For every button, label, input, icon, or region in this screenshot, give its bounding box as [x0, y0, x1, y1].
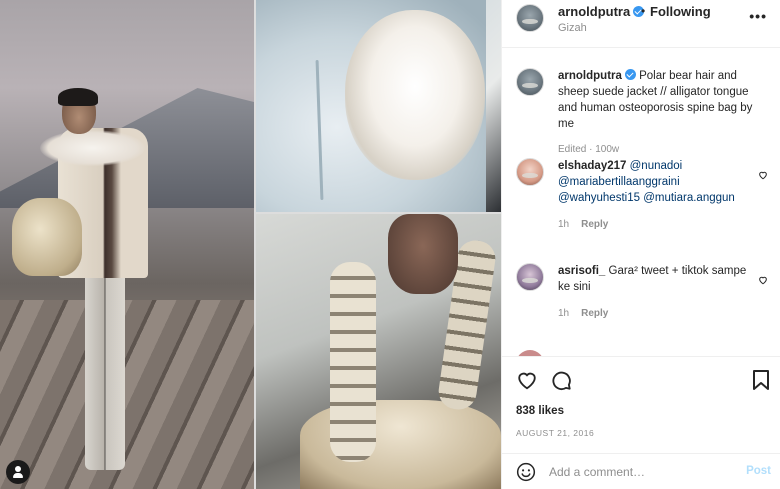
spine-handle-left — [330, 262, 376, 462]
heart-icon[interactable] — [516, 369, 538, 391]
edited-label: Edited — [558, 144, 587, 155]
author-username-text[interactable]: arnoldputra — [558, 4, 630, 19]
caption-age[interactable]: 100w — [595, 144, 619, 155]
more-options-icon[interactable]: ••• — [749, 8, 767, 24]
reply-button[interactable]: Reply — [581, 308, 608, 319]
model-hair — [58, 88, 98, 106]
smiley-icon[interactable] — [516, 462, 536, 482]
author-avatar[interactable] — [516, 4, 544, 32]
likes-count[interactable]: 838 likes — [516, 405, 564, 417]
caption: arnoldputra Polar bear hair and sheep su… — [558, 68, 758, 158]
verified-badge-icon — [624, 69, 636, 80]
author-username[interactable]: arnoldputra — [558, 4, 645, 19]
post-header: arnoldputra • Following Gizah ••• — [502, 0, 780, 48]
comment-composer: Post — [502, 453, 780, 489]
mention-link[interactable]: @nunadoi — [630, 160, 683, 172]
comment-age[interactable]: 1h — [558, 308, 569, 319]
model-fur-collar — [40, 130, 145, 166]
model-bag — [12, 198, 82, 276]
comment-body: asrisofi_ Gara² tweet + tiktok sampe ke … — [558, 263, 758, 295]
reply-button[interactable]: Reply — [581, 219, 608, 230]
mention-link[interactable]: @mutiara.anggun — [643, 192, 735, 204]
comment-like-heart-icon[interactable] — [758, 170, 768, 180]
comment-input[interactable] — [549, 462, 729, 482]
hand — [388, 214, 458, 294]
post-date[interactable]: AUGUST 21, 2016 — [516, 428, 594, 438]
comment-meta: 1h Reply — [558, 219, 608, 230]
comment-username[interactable]: asrisofi_ — [558, 265, 605, 277]
mention-link[interactable]: @mariabertillaanggraini — [558, 176, 680, 188]
comment-meta: 1h Reply — [558, 308, 608, 319]
location-link[interactable]: Gizah — [558, 22, 587, 34]
commenter-avatar[interactable] — [516, 263, 544, 291]
comment-like-heart-icon[interactable] — [758, 275, 768, 285]
post-image[interactable] — [0, 0, 501, 489]
following-button[interactable]: Following — [650, 4, 711, 19]
comment-icon[interactable] — [550, 369, 572, 391]
comment-username[interactable]: elshaday217 — [558, 160, 626, 172]
bookmark-icon[interactable] — [752, 369, 770, 391]
commenter-avatar[interactable] — [516, 158, 544, 186]
post-button[interactable]: Post — [746, 465, 771, 477]
comment-body: elshaday217 @nunadoi @mariabertillaanggr… — [558, 158, 758, 206]
caption-username[interactable]: arnoldputra — [558, 70, 622, 82]
caption-avatar[interactable] — [516, 68, 544, 96]
photo-panel-model — [0, 0, 254, 489]
model-legs — [85, 260, 125, 470]
comments-list[interactable]: arnoldputra Polar bear hair and sheep su… — [502, 48, 780, 356]
comment-age[interactable]: 1h — [558, 219, 569, 230]
scene-ground — [0, 300, 254, 489]
follow-separator: • — [641, 4, 646, 18]
mention-link[interactable]: @wahyuhesti15 — [558, 192, 640, 204]
user-tag-icon[interactable] — [6, 460, 30, 484]
post-actions: 838 likes AUGUST 21, 2016 Post — [502, 356, 780, 489]
caption-meta: Edited · 100w — [558, 144, 620, 155]
post-sidebar: arnoldputra • Following Gizah ••• arnold… — [501, 0, 780, 489]
fur-tuft — [345, 10, 485, 180]
